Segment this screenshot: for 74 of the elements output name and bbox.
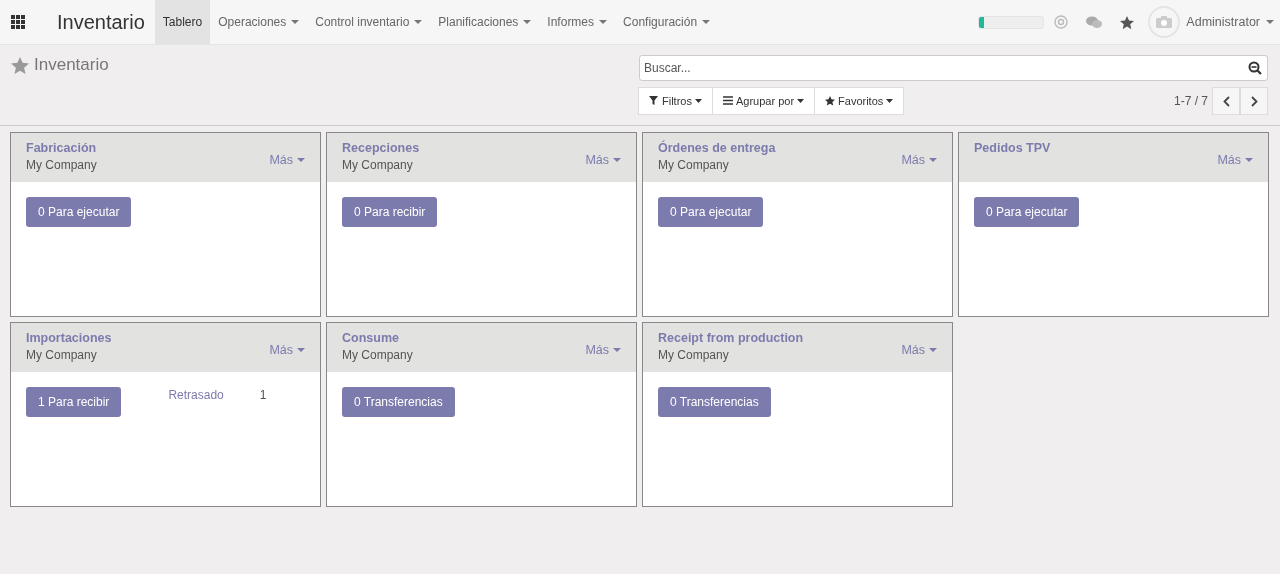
- card-title[interactable]: Fabricación: [26, 141, 97, 155]
- menu-item[interactable]: Planificaciones: [430, 0, 540, 44]
- funnel-icon: [649, 96, 659, 106]
- caret-icon: [414, 20, 423, 24]
- card-title[interactable]: Recepciones: [342, 141, 420, 155]
- more-link[interactable]: Más: [585, 331, 621, 364]
- next-button[interactable]: [1240, 87, 1268, 115]
- filter-dropdown-button[interactable]: Filtros: [638, 87, 713, 115]
- card-title[interactable]: Consume: [342, 331, 413, 345]
- caret-icon: [291, 20, 300, 24]
- star-icon: [11, 56, 29, 74]
- app-title: Inventario: [56, 10, 146, 34]
- more-link[interactable]: Más: [269, 331, 305, 364]
- breadcrumb: Inventario: [34, 55, 109, 75]
- action-button[interactable]: 1 Para recibir: [26, 387, 122, 417]
- more-link[interactable]: Más: [1217, 141, 1253, 174]
- more-link[interactable]: Más: [901, 331, 937, 364]
- action-button[interactable]: 0 Para recibir: [342, 197, 438, 227]
- more-link[interactable]: Más: [585, 141, 621, 174]
- action-button[interactable]: 0 Transferencias: [342, 387, 455, 417]
- menu-item[interactable]: Configuración: [615, 0, 719, 44]
- menu-item[interactable]: Tablero: [154, 0, 211, 44]
- company-name: My Company: [342, 158, 414, 172]
- list-icon: [722, 96, 733, 106]
- caret-icon: [929, 157, 937, 162]
- pager-value: 1-7 / 7: [1173, 94, 1208, 108]
- caret-icon: [599, 20, 608, 24]
- camera-icon: [1156, 16, 1173, 28]
- caret-icon: [694, 99, 702, 103]
- caret-icon: [886, 99, 894, 103]
- company-name: My Company: [658, 158, 730, 172]
- search-field[interactable]: Buscar...: [639, 55, 1268, 81]
- star-icon: [1120, 15, 1135, 29]
- caret-icon: [523, 20, 532, 24]
- star-icon: [825, 96, 836, 106]
- action-button[interactable]: 0 Para ejecutar: [658, 197, 764, 227]
- late-count: 1: [259, 388, 267, 402]
- card-title[interactable]: Receipt from production: [658, 331, 804, 345]
- search-icon: [1248, 61, 1262, 75]
- menu-item[interactable]: Control inventario: [307, 0, 431, 44]
- grid-icon: [11, 15, 25, 29]
- caret-icon: [1245, 157, 1253, 162]
- company-name: My Company: [342, 348, 413, 362]
- card-title[interactable]: Órdenes de entrega: [658, 141, 776, 155]
- action-button[interactable]: 0 Para ejecutar: [974, 197, 1080, 227]
- company-name: My Company: [658, 348, 730, 362]
- progress-bar: [978, 15, 1045, 29]
- caret-icon: [613, 347, 621, 352]
- more-link[interactable]: Más: [901, 141, 937, 174]
- card-title[interactable]: Pedidos TPV: [974, 141, 1051, 155]
- caret-icon: [613, 157, 621, 162]
- company-name: My Company: [26, 348, 98, 362]
- caret-icon: [929, 347, 937, 352]
- menu-item[interactable]: Operaciones: [210, 0, 308, 44]
- filter-dropdown-button[interactable]: Favoritos: [814, 87, 905, 115]
- user-menu[interactable]: Administrator: [1142, 6, 1280, 38]
- menu-item[interactable]: Informes: [539, 0, 616, 44]
- action-button[interactable]: 0 Para ejecutar: [26, 197, 132, 227]
- chevron-left-icon: [1222, 95, 1230, 107]
- more-link[interactable]: Más: [269, 141, 305, 174]
- caret-icon: [1266, 20, 1274, 24]
- caret-icon: [297, 347, 305, 352]
- user-name: Administrator: [1186, 15, 1260, 29]
- chat-bubbles-icon: [1086, 15, 1103, 29]
- previous-button[interactable]: [1212, 87, 1240, 115]
- late-link[interactable]: Retrasado: [168, 388, 224, 402]
- action-button[interactable]: 0 Transferencias: [658, 387, 771, 417]
- caret-icon: [297, 157, 305, 162]
- filter-dropdown-button[interactable]: Agrupar por: [711, 87, 816, 115]
- card-title[interactable]: Importaciones: [26, 331, 112, 345]
- caret-icon: [797, 99, 805, 103]
- company-name: My Company: [26, 158, 97, 172]
- caret-icon: [702, 20, 711, 24]
- chevron-right-icon: [1250, 95, 1258, 107]
